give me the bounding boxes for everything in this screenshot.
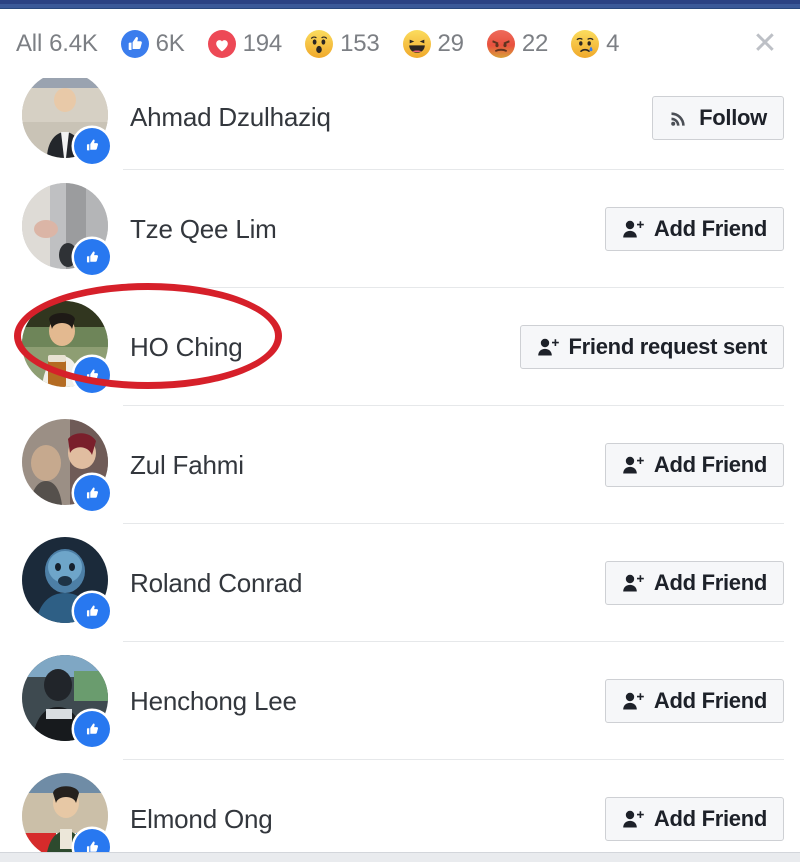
reactions-dialog: All 6.4K 6K 194 153 29 22 4 ✕ Ahmad Dzul… [0,9,800,852]
list-item[interactable]: Elmond Ong Add Friend [0,760,800,852]
person-icon [537,337,559,357]
avatar[interactable] [16,773,110,852]
love-reaction-icon [207,29,236,58]
add-friend-button-label: Add Friend [653,452,767,477]
person-name[interactable]: Ahmad Dzulhaziq [122,102,652,133]
avatar[interactable] [16,655,110,747]
add-friend-icon [622,573,644,593]
add-friend-icon [622,219,644,239]
haha-reaction-icon [402,29,431,58]
avatar[interactable] [16,183,110,275]
reaction-tab-love[interactable]: 194 [207,29,283,58]
add-friend-button-label: Add Friend [653,570,767,595]
reaction-tab-haha[interactable]: 29 [402,29,464,58]
reaction-tab-wow-count: 153 [340,29,380,57]
reaction-tab-all-label: All [16,29,43,57]
friend-request-sent-button[interactable]: Friend request sent [519,325,784,369]
browser-bottom-chrome [0,852,800,862]
sad-reaction-icon [571,29,600,58]
follow-button-label: Follow [699,104,767,130]
browser-top-chrome [0,0,800,9]
reaction-tab-wow[interactable]: 153 [305,29,380,58]
like-reaction-icon [120,29,149,58]
add-friend-button[interactable]: Add Friend [604,561,784,605]
like-reaction-badge [74,475,110,511]
reaction-tab-sad[interactable]: 4 [571,29,620,58]
add-friend-icon [622,455,644,475]
avatar[interactable] [16,78,110,164]
add-friend-button[interactable]: Add Friend [604,797,784,841]
list-item[interactable]: Roland Conrad Add Friend [0,524,800,642]
list-item[interactable]: Zul Fahmi Add Friend [0,406,800,524]
rss-icon [669,108,689,128]
add-friend-button-label: Add Friend [653,806,767,831]
close-icon[interactable]: ✕ [748,27,782,61]
reaction-tab-all[interactable]: All 6.4K [16,30,98,58]
reaction-tab-like[interactable]: 6K [120,29,185,58]
avatar[interactable] [16,419,110,511]
person-name[interactable]: Tze Qee Lim [122,214,605,245]
follow-button[interactable]: Follow [652,95,784,140]
like-reaction-badge [74,593,110,629]
add-friend-icon [622,809,644,829]
angry-reaction-icon [486,29,515,58]
list-item[interactable]: Tze Qee Lim Add Friend [0,170,800,288]
list-item[interactable]: Henchong Lee Add Friend [0,642,800,760]
person-name[interactable]: Roland Conrad [122,568,605,599]
top-chrome-accent [0,0,800,4]
list-item[interactable]: Ahmad Dzulhaziq Follow [0,78,800,170]
add-friend-button-label: Add Friend [653,688,767,713]
reaction-tab-haha-count: 29 [437,29,464,57]
reaction-tab-angry[interactable]: 22 [486,29,549,58]
like-reaction-badge [74,711,110,747]
add-friend-button[interactable]: Add Friend [604,207,784,251]
avatar[interactable] [16,301,110,393]
reaction-tab-angry-count: 22 [521,29,549,57]
reaction-tabbar: All 6.4K 6K 194 153 29 22 4 ✕ [0,9,800,78]
wow-reaction-icon [305,29,334,58]
reactions-people-list[interactable]: Ahmad Dzulhaziq Follow Tze Qee Lim Add F… [0,78,800,852]
person-name[interactable]: Henchong Lee [122,686,605,717]
add-friend-button-label: Add Friend [653,216,767,241]
list-item[interactable]: HO Ching Friend request sent [0,288,800,406]
add-friend-button[interactable]: Add Friend [604,679,784,723]
reaction-tab-all-count: 6.4K [49,29,98,57]
avatar[interactable] [16,537,110,629]
like-reaction-badge [74,127,110,164]
person-name[interactable]: Elmond Ong [122,804,605,835]
like-reaction-badge [74,239,110,275]
like-reaction-badge [74,357,110,393]
reaction-tab-sad-count: 4 [606,29,620,57]
add-friend-button[interactable]: Add Friend [604,443,784,487]
reaction-tab-love-count: 194 [242,29,283,57]
screenshot-root: All 6.4K 6K 194 153 29 22 4 ✕ Ahmad Dzul… [0,0,800,862]
add-friend-icon [622,691,644,711]
friend-request-sent-button-label: Friend request sent [568,334,768,359]
person-name[interactable]: Zul Fahmi [122,450,605,481]
reaction-tab-like-count: 6K [155,29,185,57]
person-name[interactable]: HO Ching [122,332,520,363]
